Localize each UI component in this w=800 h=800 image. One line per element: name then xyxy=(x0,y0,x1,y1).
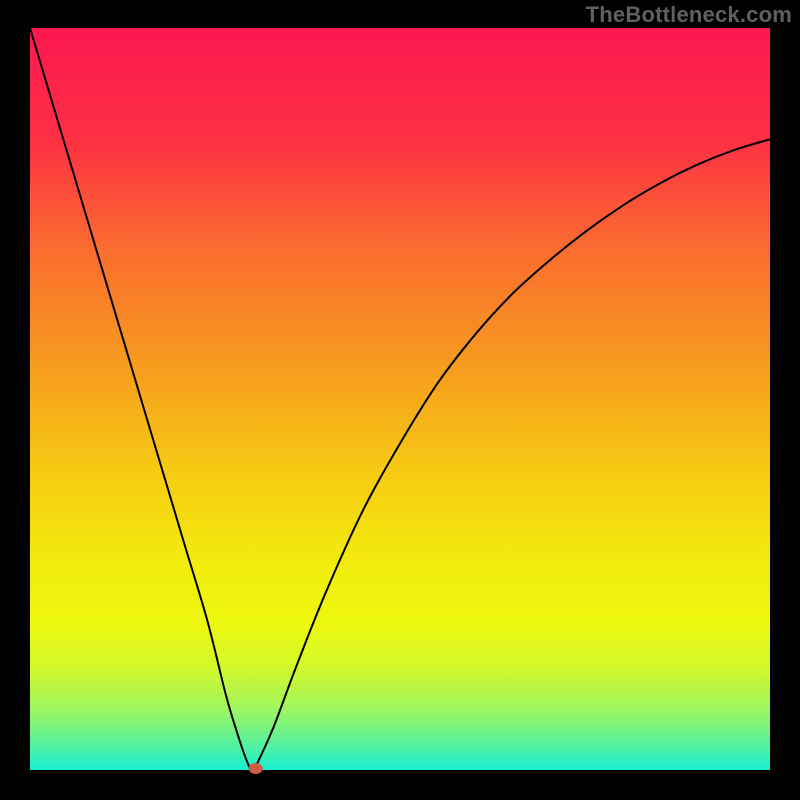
bottleneck-marker xyxy=(249,763,263,774)
chart-stage: TheBottleneck.com xyxy=(0,0,800,800)
chart-svg xyxy=(0,0,800,800)
watermark-text: TheBottleneck.com xyxy=(586,2,792,28)
